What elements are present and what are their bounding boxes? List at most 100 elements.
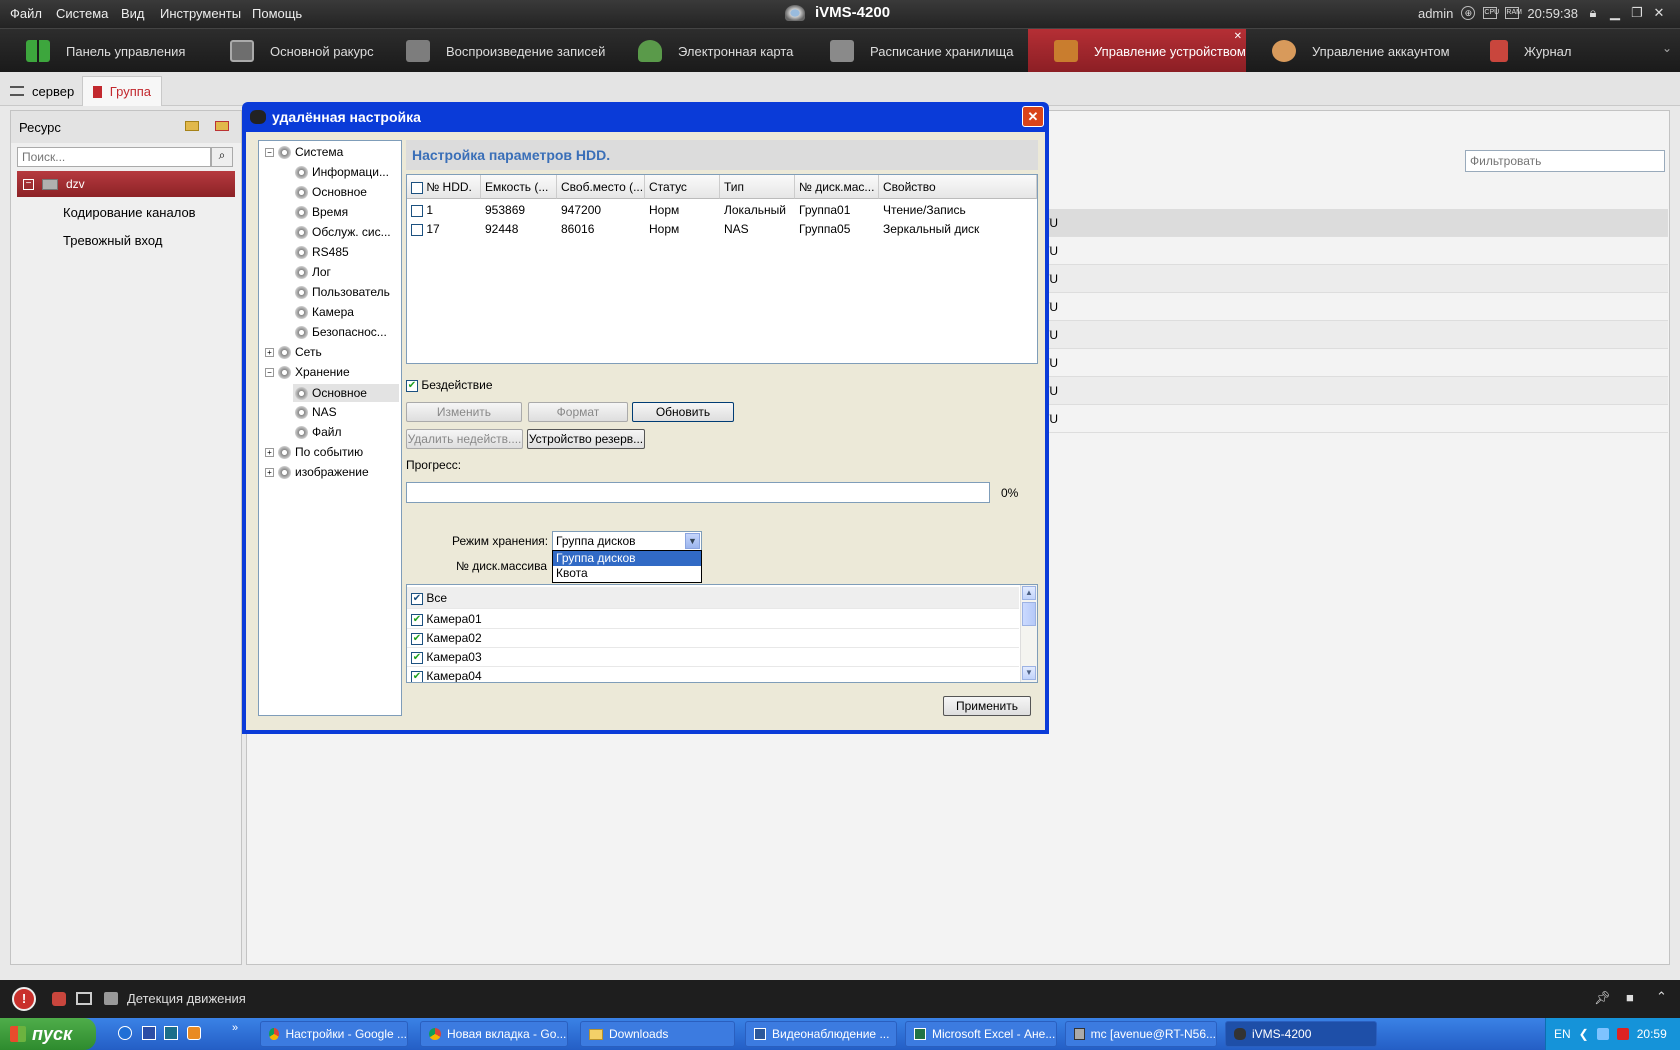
- dropdown-option[interactable]: Группа дисков: [553, 551, 701, 566]
- column-header[interactable]: Своб.место (...: [557, 175, 645, 199]
- dropdown-option[interactable]: Квота: [553, 566, 701, 581]
- task-putty[interactable]: mc [avenue@RT-N56...: [1065, 1021, 1217, 1047]
- delete-idle-button[interactable]: Удалить недейств....: [406, 429, 523, 449]
- tree-storage[interactable]: − Хранение: [265, 365, 350, 379]
- expand-icon[interactable]: +: [265, 467, 274, 477]
- camera-checkbox[interactable]: ✔: [411, 632, 423, 645]
- menu-view[interactable]: Вид: [121, 6, 145, 21]
- task-word[interactable]: Видеонаблюдение ...: [745, 1021, 897, 1047]
- restore-icon[interactable]: ■: [1626, 990, 1634, 1005]
- tree-image[interactable]: + изображение: [265, 465, 369, 479]
- task-chrome-newtab[interactable]: Новая вкладка - Go...: [420, 1021, 568, 1047]
- storage-mode-select[interactable]: Группа дисков ▼: [552, 531, 702, 551]
- backup-device-button[interactable]: Устройство резерв...: [527, 429, 645, 449]
- tree-security[interactable]: Безопаснос...: [295, 325, 387, 339]
- collapse-icon[interactable]: −: [265, 147, 274, 157]
- select-all-checkbox[interactable]: [411, 181, 423, 194]
- column-header[interactable]: Свойство: [879, 175, 1037, 199]
- tree-general[interactable]: Основное: [295, 185, 367, 199]
- tab-group[interactable]: Группа: [82, 76, 162, 106]
- delete-group-icon[interactable]: [215, 121, 229, 131]
- screen-icon[interactable]: [76, 992, 92, 1005]
- camera-checkbox[interactable]: ✔: [411, 613, 423, 626]
- pin-icon[interactable]: 📌︎: [1594, 990, 1611, 1006]
- tab-emap[interactable]: Электронная карта: [612, 29, 804, 73]
- format-button[interactable]: Формат: [528, 402, 628, 422]
- list-item[interactable]: ✔ Камера04: [407, 667, 1019, 682]
- tray-expand-icon[interactable]: ❮: [1579, 1027, 1589, 1041]
- expand-icon[interactable]: +: [265, 447, 274, 457]
- language-indicator[interactable]: EN: [1554, 1027, 1571, 1041]
- tab-account-management[interactable]: Управление аккаунтом: [1246, 29, 1464, 73]
- idle-checkbox[interactable]: ✔: [406, 379, 418, 392]
- list-item[interactable]: /U: [1040, 377, 1668, 405]
- list-item[interactable]: ✔ Камера01: [407, 610, 1019, 629]
- tab-log[interactable]: Журнал: [1464, 29, 1644, 73]
- task-excel[interactable]: Microsoft Excel - Ане...: [905, 1021, 1057, 1047]
- tree-nas[interactable]: NAS: [295, 405, 337, 419]
- tree-log[interactable]: Лог: [295, 265, 331, 279]
- list-item[interactable]: /U: [1040, 293, 1668, 321]
- start-button[interactable]: пуск: [0, 1018, 96, 1050]
- scroll-up-icon[interactable]: ▲: [1022, 586, 1036, 600]
- apply-button[interactable]: Применить: [943, 696, 1031, 716]
- tab-main-view[interactable]: Основной ракурс: [204, 29, 380, 73]
- task-chrome-settings[interactable]: Настройки - Google ...: [260, 1021, 408, 1047]
- save-icon[interactable]: [142, 1026, 156, 1040]
- tab-control-panel[interactable]: Панель управления: [0, 29, 204, 73]
- filter-input[interactable]: [1465, 150, 1665, 172]
- edit-button[interactable]: Изменить: [406, 402, 522, 422]
- refresh-button[interactable]: Обновить: [632, 402, 734, 422]
- alarm-icon[interactable]: !: [12, 987, 36, 1011]
- camera-checkbox[interactable]: ✔: [411, 670, 423, 682]
- list-item[interactable]: ✔ Камера02: [407, 629, 1019, 648]
- close-tab-icon[interactable]: ✕: [1234, 31, 1242, 42]
- collapse-icon[interactable]: −: [265, 367, 274, 377]
- column-header[interactable]: Емкость (...: [481, 175, 557, 199]
- clock-app-icon[interactable]: [187, 1026, 201, 1040]
- tree-file[interactable]: Файл: [295, 425, 342, 439]
- list-item[interactable]: /U: [1040, 265, 1668, 293]
- menu-help[interactable]: Помощь: [252, 6, 302, 21]
- chevron-up-icon[interactable]: ⌃: [1656, 989, 1667, 1005]
- task-ivms[interactable]: iVMS-4200: [1225, 1021, 1377, 1047]
- tab-device-management[interactable]: Управление устройством ✕: [1028, 29, 1246, 73]
- tab-playback[interactable]: Воспроизведение записей: [380, 29, 612, 73]
- scroll-down-icon[interactable]: ▼: [1022, 666, 1036, 680]
- list-item[interactable]: /U: [1040, 349, 1668, 377]
- expand-icon[interactable]: +: [265, 347, 274, 357]
- add-group-icon[interactable]: [185, 121, 199, 131]
- tree-network[interactable]: + Сеть: [265, 345, 322, 359]
- user-name[interactable]: admin: [1418, 6, 1453, 21]
- lock-icon[interactable]: 🔒︎: [1586, 5, 1600, 21]
- tree-system[interactable]: − Система: [265, 145, 343, 159]
- minimize-icon[interactable]: ▁: [1608, 5, 1622, 21]
- chart-icon[interactable]: [164, 1026, 178, 1040]
- search-icon[interactable]: ⌕: [211, 147, 233, 167]
- menu-tools[interactable]: Инструменты: [160, 6, 241, 21]
- column-header[interactable]: № диск.мас...: [795, 175, 879, 199]
- all-checkbox[interactable]: ✔: [411, 592, 423, 605]
- quicklaunch-more-icon[interactable]: »: [232, 1022, 238, 1034]
- tree-information[interactable]: Информаци...: [295, 165, 389, 179]
- tree-event[interactable]: + По событию: [265, 445, 363, 459]
- network-icon[interactable]: [1596, 1028, 1609, 1040]
- column-header[interactable]: Статус: [645, 175, 720, 199]
- ie-icon[interactable]: [118, 1026, 132, 1040]
- dialog-titlebar[interactable]: удалённая настройка: [242, 102, 1049, 132]
- alarm-sound-icon[interactable]: [52, 992, 66, 1006]
- column-header[interactable]: № HDD.: [407, 175, 481, 199]
- tree-maintenance[interactable]: Обслуж. сис...: [295, 225, 391, 239]
- item-channel-encoding[interactable]: Кодирование каналов: [11, 199, 241, 227]
- tree-time[interactable]: Время: [295, 205, 348, 219]
- row-checkbox[interactable]: [411, 204, 423, 217]
- antivirus-icon[interactable]: [1616, 1028, 1629, 1040]
- globe-icon[interactable]: ⊕: [1461, 6, 1476, 20]
- row-checkbox[interactable]: [411, 223, 423, 236]
- list-item[interactable]: /U: [1040, 405, 1668, 433]
- idle-option[interactable]: ✔ Бездействие: [406, 378, 493, 392]
- camera-checkbox[interactable]: ✔: [411, 651, 423, 664]
- resource-search-input[interactable]: [17, 147, 211, 167]
- dialog-close-button[interactable]: ✕: [1022, 106, 1044, 127]
- tree-storage-general[interactable]: Основное: [293, 384, 399, 402]
